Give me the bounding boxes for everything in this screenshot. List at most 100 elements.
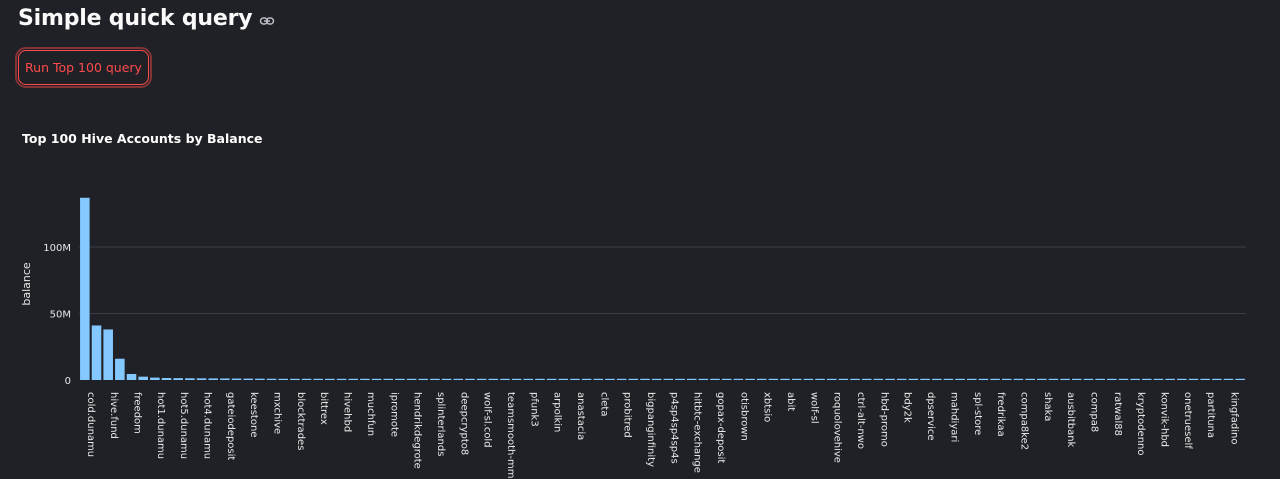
bar	[756, 378, 767, 380]
bar	[325, 378, 335, 380]
bar	[1025, 378, 1035, 380]
x-tick-label: compa8ke2	[1018, 392, 1029, 450]
bar	[418, 378, 429, 380]
x-tick-label: cleta	[598, 392, 609, 416]
x-tick-label: roquolovehive	[832, 392, 843, 463]
x-tick-label: deepcrypto8	[458, 392, 469, 455]
x-tick-label: hbd-promo	[878, 392, 889, 447]
bar	[1142, 378, 1152, 380]
bar	[885, 378, 895, 380]
bar	[1001, 378, 1012, 380]
bar	[1188, 378, 1199, 380]
bar	[896, 378, 907, 380]
bar	[511, 378, 522, 380]
bar	[103, 329, 113, 380]
bar	[208, 378, 218, 380]
bar	[873, 378, 884, 380]
x-tick-label: otisbrown	[738, 392, 749, 441]
bar	[441, 378, 452, 380]
x-tick-label: hot5.dunamu	[178, 392, 189, 459]
bar	[955, 378, 965, 380]
bar	[663, 378, 674, 380]
bar	[546, 378, 557, 380]
bar	[1235, 378, 1245, 380]
x-tick-label: spl-store	[972, 392, 983, 435]
bar	[1165, 378, 1175, 380]
bar	[1223, 378, 1234, 380]
bar	[1177, 378, 1187, 380]
x-tick-label: mahdiyari	[948, 392, 959, 442]
x-tick-label: bittrex	[318, 392, 329, 425]
x-tick-label: ratwal88	[1112, 392, 1123, 436]
bar	[943, 378, 954, 380]
bar	[220, 378, 230, 380]
bar	[161, 378, 172, 380]
bar	[1212, 378, 1222, 380]
bar	[138, 376, 148, 380]
bar	[465, 378, 475, 380]
x-tick-label: probitred	[622, 392, 633, 438]
x-tick-label: ipromote	[388, 392, 399, 437]
x-tick-label: compa8	[1088, 392, 1099, 432]
bar	[126, 374, 137, 380]
bar	[978, 378, 989, 380]
bar	[721, 378, 732, 380]
bar	[1095, 378, 1105, 380]
bar	[745, 378, 755, 380]
bar	[488, 378, 499, 380]
bar	[686, 378, 697, 380]
x-tick-label: kingfadino	[1228, 392, 1239, 445]
x-tick-label: ctrl-alt-nwo	[855, 392, 866, 449]
bar	[278, 378, 289, 380]
bar	[371, 378, 382, 380]
x-tick-label: wolf-sl	[808, 392, 819, 424]
x-tick-label: hendrikdegrote	[412, 392, 423, 469]
bar	[336, 378, 347, 380]
bar	[523, 378, 534, 380]
bar	[803, 378, 814, 380]
x-tick-label: anastacia	[575, 392, 586, 440]
bar	[861, 378, 872, 380]
bar	[791, 378, 802, 380]
x-tick-label: freedom	[132, 392, 143, 434]
x-tick-label: teamsmooth-mm	[505, 392, 516, 478]
bar	[395, 378, 405, 380]
bar	[908, 378, 919, 380]
bar	[360, 378, 370, 380]
bar	[1130, 378, 1140, 380]
bar	[990, 378, 1000, 380]
page: Simple quick query Run Top 100 query Top…	[0, 0, 1280, 479]
bar	[150, 377, 160, 380]
x-tick-label: cold.dunamu	[85, 392, 96, 457]
bar	[815, 378, 825, 380]
x-tick-label: p4sp4sp4sp4s	[668, 392, 679, 464]
bar	[675, 378, 685, 380]
bar	[313, 378, 324, 380]
x-tick-label: arpolkin	[552, 392, 563, 432]
x-tick-label: partituna	[1205, 392, 1216, 438]
x-tick-label: bigpanginfinity	[645, 392, 656, 467]
x-tick-label: onetrueself	[1182, 392, 1193, 449]
x-tick-label: gateiodeposit	[225, 392, 236, 460]
bar	[115, 358, 125, 380]
bar	[1107, 378, 1117, 380]
bar	[1083, 378, 1094, 380]
bar	[733, 378, 744, 380]
x-tick-label: keestone	[248, 392, 259, 437]
bar	[80, 197, 90, 380]
bar	[173, 378, 183, 380]
bar	[535, 378, 545, 380]
x-tick-label: pfunk3	[528, 392, 539, 427]
bar	[768, 378, 779, 380]
bar	[301, 378, 312, 380]
x-tick-label: kryptodenno	[1135, 392, 1146, 456]
x-tick-label: splinterlands	[435, 392, 446, 456]
x-tick-label: dpservice	[925, 392, 936, 441]
bar	[430, 378, 440, 380]
x-tick-label: gopax-deposit	[715, 392, 726, 463]
x-tick-label: abit	[785, 392, 796, 411]
bar	[628, 378, 639, 380]
bar	[698, 378, 709, 380]
bar	[91, 325, 102, 380]
x-tick-label: muchfun	[365, 392, 376, 436]
